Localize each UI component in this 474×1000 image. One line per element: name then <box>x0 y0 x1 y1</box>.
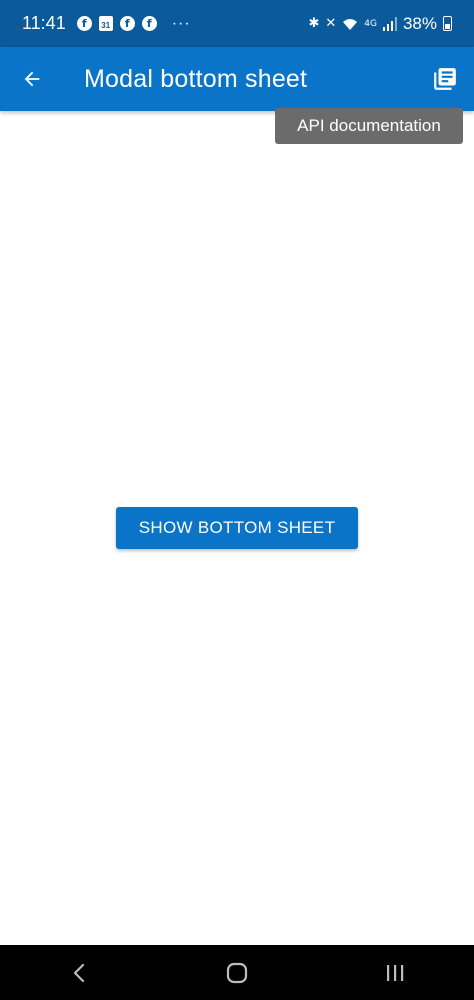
mute-icon: ✕ <box>325 16 337 31</box>
wifi-icon <box>343 18 358 30</box>
nav-recents-button[interactable] <box>365 945 425 1000</box>
status-time: 11:41 <box>22 13 66 33</box>
more-notifications-icon: ··· <box>171 14 191 32</box>
status-bar: 11:41 f 31 f f ··· ✱ ✕ 4G 38% <box>0 0 474 47</box>
nav-home-button[interactable] <box>207 945 267 1000</box>
calendar-notification-icon: 31 <box>98 16 113 31</box>
show-bottom-sheet-button[interactable]: SHOW BOTTOM SHEET <box>116 507 358 549</box>
facebook-notification-icon: f <box>141 16 157 31</box>
api-documentation-button[interactable] <box>416 47 474 111</box>
facebook-notification-icon: f <box>76 16 92 31</box>
app-bar: Modal bottom sheet <box>0 47 474 111</box>
bluetooth-icon: ✱ <box>308 16 320 31</box>
home-icon <box>226 962 248 983</box>
arrow-back-icon <box>24 71 40 87</box>
back-icon <box>73 963 85 982</box>
battery-percent: 38% <box>402 13 437 33</box>
signal-icon <box>382 16 397 31</box>
recents-icon <box>387 964 404 981</box>
battery-icon <box>443 16 452 31</box>
back-button[interactable] <box>0 47 64 111</box>
api-documentation-tooltip: API documentation <box>275 108 463 144</box>
network-type-icon: 4G <box>364 18 377 29</box>
library-books-icon <box>434 68 456 90</box>
status-right: ✱ ✕ 4G 38% <box>308 14 452 34</box>
page-title: Modal bottom sheet <box>84 64 308 93</box>
system-nav-bar <box>0 945 474 1000</box>
facebook-notification-icon: f <box>119 16 135 31</box>
status-left: 11:41 f 31 f f ··· <box>22 13 191 34</box>
nav-back-button[interactable] <box>49 945 109 1000</box>
